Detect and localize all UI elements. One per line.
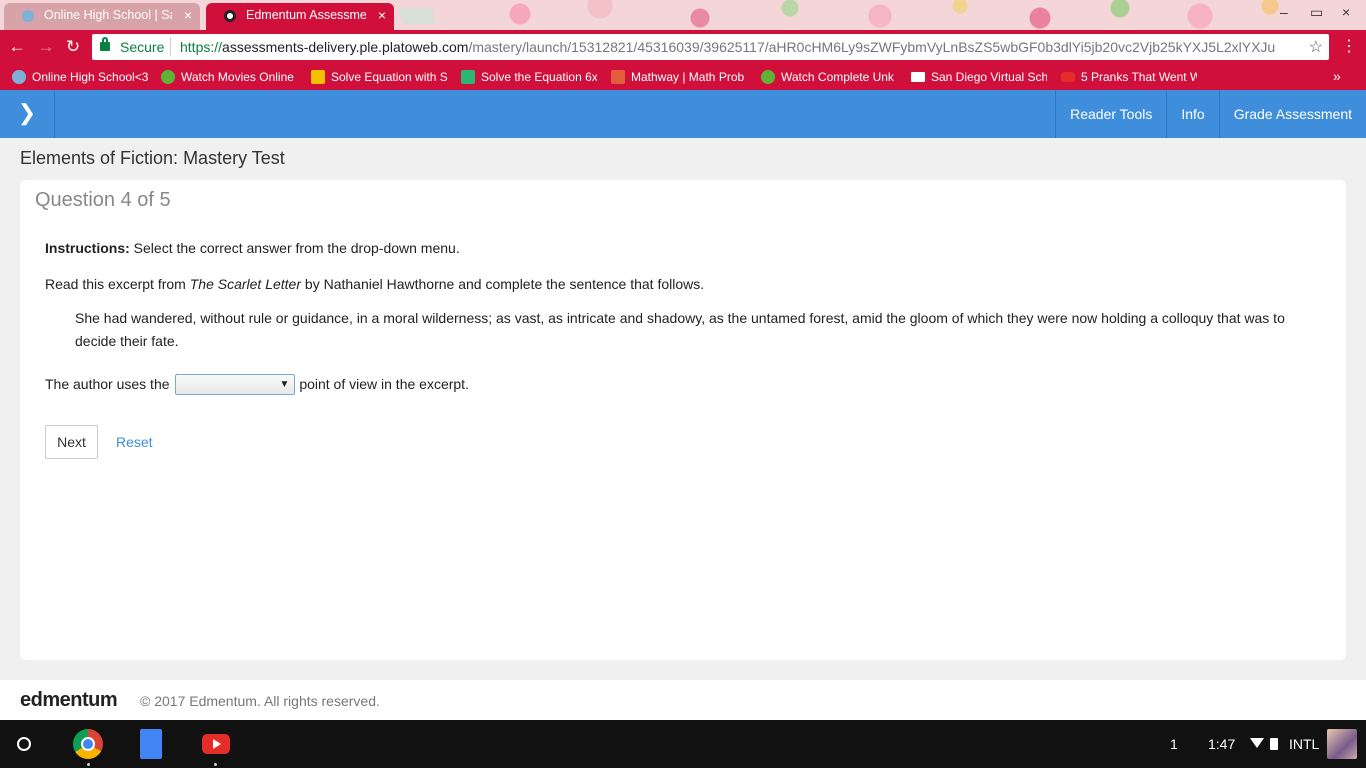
bookmark-label: 5 Pranks That Went W [1081,70,1197,84]
wifi-icon[interactable] [1250,738,1264,748]
docs-app-icon[interactable] [140,729,162,759]
tab-title: Online High School | San [44,8,172,22]
running-indicator [214,763,217,766]
window-close-icon[interactable]: × [1342,4,1350,20]
running-indicator [87,763,90,766]
globe-icon [22,10,34,22]
question-card: Question 4 of 5 Instructions: Select the… [20,180,1346,660]
close-icon[interactable]: × [184,3,192,28]
lock-icon [100,37,110,51]
bookmark-online-high-school[interactable]: Online High School<3 [12,68,148,86]
bookmark-watch-movies[interactable]: Watch Movies Online [161,68,297,86]
sentence-before: The author uses the [45,376,170,393]
edmentum-logo: edmentum [20,689,118,711]
url-host: assessments-delivery.ple.platoweb.com [222,39,469,55]
sentence-after: point of view in the excerpt. [299,376,469,393]
reader-tools-button[interactable]: Reader Tools [1055,90,1166,138]
bookmark-solve-equation-s[interactable]: Solve Equation with S [311,68,447,86]
launcher-icon[interactable] [17,737,31,751]
avatar[interactable] [1327,729,1357,759]
notification-count[interactable]: 1 [1170,736,1178,752]
instructions: Instructions: Select the correct answer … [45,240,460,256]
copyright-text: © 2017 Edmentum. All rights reserved. [140,693,380,709]
bookmark-san-diego-virtual[interactable]: San Diego Virtual Sch [911,68,1047,86]
m-icon [611,70,625,84]
bookmarks-bar: Online High School<3 Watch Movies Online… [0,64,1366,90]
bookmark-label: Online High School<3 [32,70,148,84]
bookmark-label: Mathway | Math Prob [631,70,745,84]
os-shelf: 1 1:47 INTL [0,720,1366,768]
url-scheme: https:// [180,39,223,55]
bookmark-label: Solve Equation with S [331,70,447,84]
back-icon[interactable]: ← [7,36,27,58]
browser-toolbar: ← → ↻ Secure https://assessments-deliver… [0,30,1366,64]
bookmark-star-icon[interactable]: ☆ [1309,37,1323,57]
page-footer: edmentum © 2017 Edmentum. All rights res… [0,680,1366,720]
bookmarks-overflow-icon[interactable]: » [1333,68,1341,84]
url-text[interactable]: https://assessments-delivery.ple.platowe… [180,39,1300,55]
youtube-icon [1061,72,1075,82]
minimize-icon[interactable]: – [1280,4,1288,20]
play-icon [161,70,175,84]
url-path: /mastery/launch/15312821/45316039/396251… [468,39,1276,55]
answer-sentence: The author uses the ▼ point of view in t… [45,372,469,395]
reload-icon[interactable]: ↻ [63,36,83,58]
chevron-right-icon[interactable]: ❯ [0,90,55,138]
bookmark-label: San Diego Virtual Sch [931,70,1047,84]
c-icon [461,70,475,84]
maximize-icon[interactable]: ▭ [1310,4,1323,21]
divider [170,38,171,56]
instructions-label: Instructions: [45,240,130,256]
point-of-view-dropdown[interactable]: ▼ [175,373,296,395]
globe-icon [12,70,26,84]
bookmark-label: Watch Movies Online [181,70,294,84]
page-title: Elements of Fiction: Mastery Test [20,148,285,168]
q-icon [311,70,325,84]
reading-prompt-suffix: by Nathaniel Hawthorne and complete the … [301,276,705,292]
dropdown-arrow-icon: ▼ [279,378,290,390]
play-icon [761,70,775,84]
new-tab-button[interactable] [397,8,437,24]
battery-icon[interactable] [1270,738,1278,750]
tab-title: Edmentum Assessment [246,8,366,22]
browser-tab-online-high-school[interactable]: Online High School | San × [4,3,200,30]
bookmark-label: Solve the Equation 6x [481,70,597,84]
secure-label: Secure [120,39,165,55]
excerpt-text: She had wandered, without rule or guidan… [75,310,1285,349]
instructions-text: Select the correct answer from the drop-… [129,240,460,256]
chrome-app-icon[interactable] [73,729,103,759]
app-header: ❯ Reader Tools Info Grade Assessment [0,90,1366,138]
app-nav: Reader Tools Info Grade Assessment [1055,90,1366,138]
reset-link[interactable]: Reset [116,434,153,450]
browser-menu-icon[interactable]: ⋮ [1340,36,1358,58]
close-icon[interactable]: × [378,3,386,28]
browser-tab-edmentum[interactable]: Edmentum Assessment × [206,3,394,30]
browser-tab-strip: Online High School | San × Edmentum Asse… [0,0,1366,30]
reading-prompt-prefix: Read this excerpt from [45,276,190,292]
question-counter: Question 4 of 5 [35,189,171,211]
clock[interactable]: 1:47 [1208,736,1235,752]
forward-icon[interactable]: → [36,36,56,58]
input-method[interactable]: INTL [1289,736,1319,752]
grade-assessment-button[interactable]: Grade Assessment [1218,90,1366,138]
reading-prompt: Read this excerpt from The Scarlet Lette… [45,276,704,292]
book-title: The Scarlet Letter [189,276,302,292]
bookmark-solve-equation-6x[interactable]: Solve the Equation 6x [461,68,597,86]
mail-icon [911,72,925,82]
bookmark-label: Watch Complete Unk [781,70,894,84]
youtube-app-icon[interactable] [202,734,230,754]
next-button[interactable]: Next [45,425,98,459]
bookmark-watch-complete[interactable]: Watch Complete Unk [761,68,897,86]
info-button[interactable]: Info [1166,90,1218,138]
bookmark-mathway[interactable]: Mathway | Math Prob [611,68,747,86]
bookmark-5-pranks[interactable]: 5 Pranks That Went W [1061,68,1197,86]
edmentum-favicon-icon [224,10,236,22]
address-bar[interactable]: Secure https://assessments-delivery.ple.… [92,34,1329,60]
